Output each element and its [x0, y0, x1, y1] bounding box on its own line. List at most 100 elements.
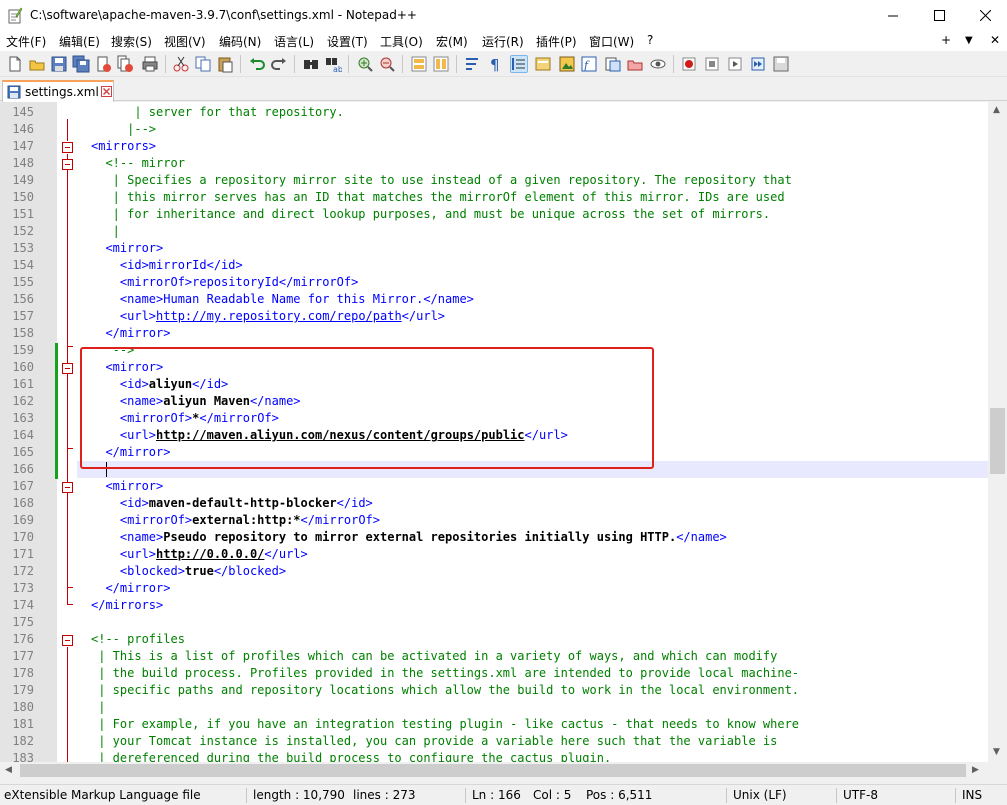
copy-button[interactable] [194, 55, 212, 73]
function-list-button[interactable]: f [580, 55, 598, 73]
code-text: | specific paths and repository location… [91, 682, 799, 699]
udl-button[interactable] [534, 55, 552, 73]
close-all-icon [117, 55, 133, 72]
find-button[interactable] [302, 55, 320, 73]
code-text: </mirror> [91, 580, 170, 597]
change-history-bar [55, 343, 58, 479]
scroll-corner [988, 762, 1007, 779]
saved-file-icon [7, 85, 21, 99]
menu-help[interactable]: ? [647, 33, 653, 47]
line-number: 146 [12, 122, 34, 136]
doc-map-button[interactable] [558, 55, 576, 73]
indent-guide-button[interactable] [510, 55, 528, 73]
fold-toggle-mirror-blocker[interactable] [62, 482, 73, 493]
scroll-left-arrow-icon[interactable]: ◀ [5, 765, 12, 775]
zoom-in-button[interactable] [356, 55, 374, 73]
doc-list-button[interactable] [626, 55, 644, 73]
word-wrap-icon [466, 58, 478, 70]
menu-search[interactable]: 搜索(S) [111, 33, 152, 50]
new-file-button[interactable] [6, 55, 24, 73]
scroll-down-arrow-icon[interactable]: ▼ [993, 747, 1000, 757]
code-token: <name> [91, 530, 164, 544]
scroll-right-arrow-icon[interactable]: ▶ [972, 765, 979, 775]
run-macro-multiple-button[interactable] [749, 55, 767, 73]
code-token: | server for that repository. [91, 105, 344, 119]
menu-window[interactable]: 窗口(W) [589, 33, 634, 50]
tab-close-icon[interactable] [101, 86, 112, 97]
print-button[interactable] [141, 55, 159, 73]
minimize-button[interactable] [870, 0, 916, 31]
record-macro-button[interactable] [680, 55, 698, 73]
paste-button[interactable] [216, 55, 234, 73]
zoom-in-icon [358, 57, 373, 72]
tab-list-dropdown-button[interactable]: ▼ [965, 35, 973, 46]
close-all-button[interactable] [116, 55, 134, 73]
close-window-button[interactable] [962, 0, 1007, 31]
status-encoding: UTF-8 [843, 788, 878, 802]
save-macro-button[interactable] [772, 55, 790, 73]
fold-toggle-profiles[interactable] [62, 635, 73, 646]
save-all-icon [72, 55, 90, 73]
show-all-chars-button[interactable]: ¶ [486, 55, 504, 73]
line-number: 158 [12, 326, 34, 340]
menu-macro[interactable]: 宏(M) [436, 33, 468, 50]
save-all-button[interactable] [72, 55, 90, 73]
code-line: 182 | your Tomcat instance is installed,… [0, 733, 988, 750]
cut-button[interactable] [172, 55, 190, 73]
save-button[interactable] [50, 55, 68, 73]
code-token: <blocked> [91, 564, 185, 578]
menu-language[interactable]: 语言(L) [274, 33, 314, 50]
code-editor[interactable]: 145 | server for that repository. 146 |--… [0, 102, 988, 762]
fold-toggle-mirrors[interactable] [62, 142, 73, 153]
horizontal-scrollbar[interactable]: ◀ ▶ [0, 762, 988, 779]
vertical-scroll-thumb[interactable] [990, 408, 1005, 474]
fold-toggle-comment[interactable] [62, 159, 73, 170]
sync-vertical-button[interactable] [410, 55, 428, 73]
play-macro-button[interactable] [726, 55, 744, 73]
maximize-button[interactable] [916, 0, 962, 31]
menu-settings[interactable]: 设置(T) [327, 33, 368, 50]
open-file-button[interactable] [28, 55, 46, 73]
code-text: <mirrors> [91, 138, 156, 155]
stop-macro-button[interactable] [703, 55, 721, 73]
code-text: | the build process. Profiles provided i… [91, 665, 799, 682]
code-text: <name>Human Readable Name for this Mirro… [91, 291, 474, 308]
new-tab-plus-button[interactable]: + [941, 33, 951, 47]
menu-edit[interactable]: 编辑(E) [59, 33, 100, 50]
redo-button[interactable] [270, 55, 288, 73]
open-file-icon [29, 60, 45, 71]
fold-toggle-mirror-aliyun[interactable] [62, 363, 73, 374]
code-token: </mirror> [91, 326, 171, 340]
vertical-scrollbar[interactable]: ▲ ▼ [988, 102, 1007, 762]
code-line: 170 <name>Pseudo repository to mirror ex… [0, 529, 988, 546]
code-line: 149 | Specifies a repository mirror site… [0, 172, 988, 189]
print-icon [142, 56, 158, 72]
code-token: <mirrors> [91, 139, 157, 153]
save-macro-icon [773, 56, 789, 72]
code-line: 173 </mirror> [0, 580, 988, 597]
menu-encoding[interactable]: 编码(N) [219, 33, 261, 50]
horizontal-scroll-thumb[interactable] [20, 764, 966, 777]
line-number: 150 [12, 190, 34, 204]
svg-text:¶: ¶ [490, 56, 500, 73]
menu-file[interactable]: 文件(F) [6, 33, 46, 50]
scroll-up-arrow-icon[interactable]: ▲ [993, 105, 1000, 115]
close-tab-x-button[interactable]: ✕ [990, 33, 1000, 47]
undo-button[interactable] [248, 55, 266, 73]
maximize-icon [933, 10, 945, 21]
menu-run[interactable]: 运行(R) [482, 33, 524, 50]
tab-settings-xml[interactable]: settings.xml [2, 80, 114, 102]
code-line: 172 <blocked>true</blocked> [0, 563, 988, 580]
menu-plugins[interactable]: 插件(P) [536, 33, 577, 50]
code-token: <id> [91, 496, 149, 510]
close-file-button[interactable] [94, 55, 112, 73]
folder-workspace-button[interactable] [604, 55, 622, 73]
menu-tools[interactable]: 工具(O) [380, 33, 423, 50]
menu-view[interactable]: 视图(V) [164, 33, 206, 50]
word-wrap-button[interactable] [464, 55, 482, 73]
sync-horizontal-button[interactable] [432, 55, 450, 73]
replace-button[interactable]: ab [324, 55, 342, 73]
monitor-button[interactable] [649, 55, 667, 73]
code-text: | [91, 223, 120, 240]
zoom-out-button[interactable] [378, 55, 396, 73]
